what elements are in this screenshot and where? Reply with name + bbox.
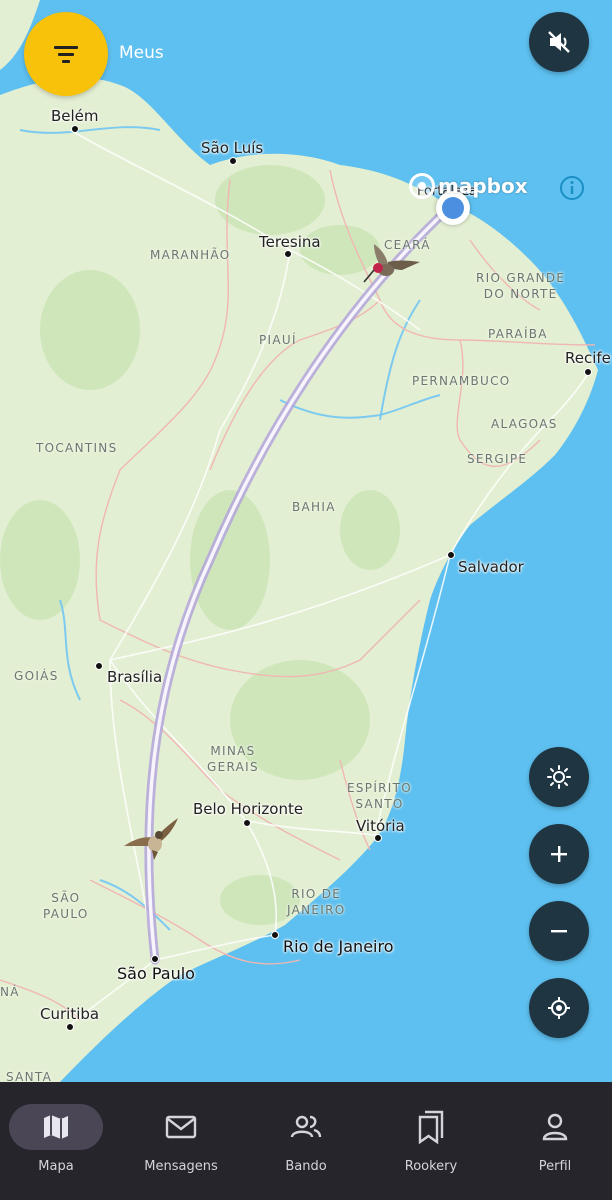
city-dot	[284, 250, 292, 258]
bottom-navigation: Mapa Mensagens Bando Rookery Perfil	[0, 1082, 612, 1200]
state-label-piaui: PIAUÍ	[259, 333, 297, 347]
mapbox-logo[interactable]: mapbox	[409, 173, 528, 199]
crosshair-icon	[548, 997, 570, 1019]
city-dot	[271, 931, 279, 939]
falcon-marker[interactable]	[122, 816, 180, 862]
group-icon	[290, 1115, 322, 1138]
nav-item-bando[interactable]: Bando	[256, 1104, 356, 1184]
bookmarks-icon	[418, 1110, 444, 1144]
zoom-in-button[interactable]	[529, 824, 589, 884]
city-label-rio-de-janeiro: Rio de Janeiro	[283, 937, 394, 956]
state-label-santa: SANTA	[6, 1070, 53, 1082]
city-dot	[71, 125, 79, 133]
city-dot	[374, 834, 382, 842]
city-label-vitoria: Vitória	[356, 817, 405, 835]
nav-label: Mensagens	[144, 1159, 218, 1174]
filter-icon	[54, 46, 78, 63]
city-dot	[447, 551, 455, 559]
state-label-minas-gerais: MINAS GERAIS	[207, 744, 259, 774]
nav-label: Perfil	[538, 1159, 572, 1174]
state-label-rio-de-janeiro: RIO DE JANEIRO	[287, 887, 346, 917]
state-label-espirito-santo: ESPÍRITO SANTO	[347, 781, 413, 811]
city-dot	[66, 1023, 74, 1031]
filter-label[interactable]: Meus	[119, 43, 164, 63]
map-view[interactable]: MARANHÃO CEARÁ RIO GRANDE DO NORTE PARAÍ…	[0, 0, 612, 1082]
nav-item-mapa[interactable]: Mapa	[6, 1104, 106, 1184]
brightness-button[interactable]	[529, 747, 589, 807]
city-dot	[584, 368, 592, 376]
mail-icon	[165, 1115, 197, 1139]
state-label-parana-partial: NÁ	[0, 985, 20, 999]
state-label-bahia: BAHIA	[292, 500, 336, 514]
nav-label: Rookery	[404, 1159, 458, 1174]
nav-label: Mapa	[38, 1159, 74, 1174]
person-icon	[542, 1113, 568, 1141]
mapbox-logo-text: mapbox	[438, 174, 528, 198]
info-icon[interactable]	[559, 175, 585, 201]
my-location-button[interactable]	[529, 978, 589, 1038]
city-dot	[229, 157, 237, 165]
state-label-sergipe: SERGIPE	[467, 452, 528, 466]
nav-label: Bando	[285, 1159, 327, 1174]
filter-button[interactable]	[24, 12, 108, 96]
state-label-tocantins: TOCANTINS	[36, 441, 118, 455]
state-label-maranhao: MARANHÃO	[150, 248, 231, 262]
city-dot	[243, 819, 251, 827]
map-icon	[44, 1115, 68, 1139]
hummingbird-marker[interactable]	[362, 236, 422, 288]
city-label-belem: Belém	[51, 107, 99, 125]
nav-item-rookery[interactable]: Rookery	[381, 1104, 481, 1184]
migration-route	[144, 200, 457, 965]
zoom-out-button[interactable]	[529, 901, 589, 961]
city-label-sao-luis: São Luís	[201, 139, 264, 157]
mapbox-logo-mark	[409, 173, 435, 199]
city-dot	[151, 955, 159, 963]
sun-icon	[547, 765, 571, 789]
city-dot	[95, 662, 103, 670]
nav-item-perfil[interactable]: Perfil	[505, 1104, 605, 1184]
city-label-curitiba: Curitiba	[40, 1005, 100, 1023]
city-label-teresina: Teresina	[259, 233, 321, 251]
city-label-brasilia: Brasília	[107, 668, 163, 686]
state-label-goias: GOIÁS	[14, 669, 59, 683]
state-label-pernambuco: PERNAMBUCO	[412, 374, 511, 388]
volume-off-icon	[548, 31, 570, 53]
state-label-alagoas: ALAGOAS	[491, 417, 558, 431]
city-label-belo-horizonte: Belo Horizonte	[193, 800, 304, 818]
city-label-salvador: Salvador	[458, 558, 524, 576]
minus-icon	[551, 930, 567, 933]
state-label-rio-grande-do-norte: RIO GRANDE DO NORTE	[476, 271, 566, 301]
city-label-recife: Recife	[565, 349, 611, 367]
nav-item-mensagens[interactable]: Mensagens	[131, 1104, 231, 1184]
mute-button[interactable]	[529, 12, 589, 72]
plus-icon	[551, 846, 567, 862]
state-label-sao-paulo: SÃO PAULO	[43, 891, 89, 921]
city-label-sao-paulo: São Paulo	[117, 964, 195, 983]
state-label-paraiba: PARAÍBA	[488, 327, 548, 341]
